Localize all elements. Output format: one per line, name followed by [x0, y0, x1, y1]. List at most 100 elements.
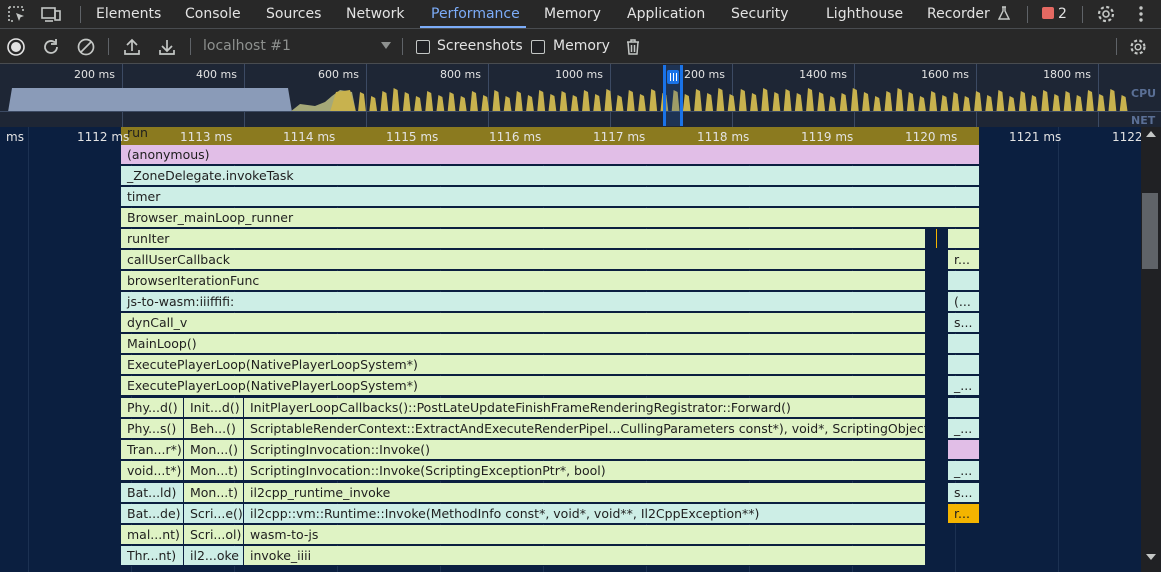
- flame-bar-dyncall-right[interactable]: s...: [948, 313, 980, 333]
- time-ruler: ms 1112 ms 1113 ms 1114 ms 1115 ms 1116 …: [0, 127, 1141, 147]
- flame-bar-init-callback[interactable]: Init...d(): [184, 398, 244, 418]
- flame-bar-il2cpp-vm-runtime-invoke[interactable]: il2cpp::vm::Runtime::Invoke(MethodInfo c…: [244, 504, 926, 524]
- flame-bar-runiter-right[interactable]: [948, 229, 980, 249]
- reload-record-icon[interactable]: [41, 37, 61, 57]
- upload-icon[interactable]: [122, 37, 142, 57]
- flame-bar-execute-player-loop[interactable]: ExecutePlayerLoop(NativePlayerLoopSystem…: [121, 376, 926, 396]
- flame-bar-script[interactable]: Scri...e(): [184, 504, 244, 524]
- flame-bar-execute-player-loop[interactable]: ExecutePlayerLoop(NativePlayerLoopSystem…: [121, 355, 926, 375]
- flame-bar-r12-right[interactable]: [948, 398, 980, 418]
- device-toolbar-icon[interactable]: [40, 4, 62, 24]
- issues-counter[interactable]: 2: [1042, 6, 1067, 24]
- cpu-spike: [929, 91, 938, 112]
- memory-checkbox[interactable]: [531, 40, 545, 54]
- flame-bar-anonymous[interactable]: (anonymous): [121, 145, 980, 165]
- flame-bar-browser-mainloop-runner[interactable]: Browser_mainLoop_runner: [121, 208, 980, 228]
- cpu-spike: [862, 92, 870, 112]
- ruler-tick: ms: [6, 130, 24, 144]
- cpu-spike: [380, 91, 389, 112]
- flame-bar-void[interactable]: void...t*): [121, 461, 184, 481]
- flame-bar-execute1-right[interactable]: [948, 355, 980, 375]
- target-select[interactable]: localhost #1: [203, 38, 291, 54]
- flame-bar-r14-right[interactable]: [948, 440, 980, 460]
- flame-bar-scripting-invoke-exception[interactable]: ScriptingInvocation::Invoke(ScriptingExc…: [244, 461, 926, 481]
- flame-bar-r16-right[interactable]: s...: [948, 483, 980, 503]
- tab-lighthouse[interactable]: Lighthouse: [826, 0, 903, 28]
- tab-performance[interactable]: Performance: [431, 0, 520, 28]
- flame-bar-tiny[interactable]: [936, 229, 938, 249]
- timeline-overview[interactable]: 200 ms 400 ms 600 ms 800 ms 1000 ms 200 …: [0, 64, 1161, 127]
- flame-bar-transform[interactable]: Tran...r*): [121, 440, 184, 460]
- cpu-spike: [974, 91, 982, 112]
- flame-bar-wasm-to-js[interactable]: wasm-to-js: [244, 525, 926, 545]
- flame-bar-malloc[interactable]: mal...nt): [121, 525, 184, 545]
- cpu-spike: [918, 96, 926, 112]
- tab-console[interactable]: Console: [185, 0, 241, 28]
- tab-network[interactable]: Network: [346, 0, 404, 28]
- flame-bar-browseriter-right[interactable]: [948, 271, 980, 291]
- flame-bar-zone-invoke-task[interactable]: _ZoneDelegate.invokeTask: [121, 166, 980, 186]
- flame-bar-r17-right[interactable]: r...: [948, 504, 980, 524]
- flame-bar-calluser-right[interactable]: r...: [948, 250, 980, 270]
- cpu-spike: [828, 96, 837, 112]
- flame-bar-physics-sim[interactable]: Phy...s(): [121, 419, 184, 439]
- record-icon[interactable]: [6, 37, 26, 57]
- clear-icon[interactable]: [76, 37, 96, 57]
- cpu-spike: [1018, 91, 1027, 112]
- flame-bar-post-late-update[interactable]: InitPlayerLoopCallbacks()::PostLateUpdat…: [244, 398, 926, 418]
- flame-bar-batch[interactable]: Bat...ld): [121, 483, 184, 503]
- flame-gridline: [28, 127, 29, 572]
- cpu-spike: [358, 92, 366, 112]
- flame-bar-behaviour[interactable]: Beh...(): [184, 419, 244, 439]
- capture-settings-gear-icon[interactable]: [1128, 37, 1148, 57]
- tab-memory[interactable]: Memory: [544, 0, 601, 28]
- tab-security[interactable]: Security: [731, 0, 789, 28]
- flask-icon: [998, 6, 1011, 20]
- flame-bar-mono[interactable]: Mon...(): [184, 440, 244, 460]
- settings-gear-icon[interactable]: [1095, 4, 1117, 24]
- download-icon[interactable]: [157, 37, 177, 57]
- flame-bar-r15-right[interactable]: _...: [948, 461, 980, 481]
- flame-bar-execute2-right[interactable]: _...: [948, 376, 980, 396]
- cpu-spike: [369, 96, 378, 112]
- more-options-icon[interactable]: [1130, 4, 1152, 24]
- flame-bar-mono[interactable]: Mon...t): [184, 461, 244, 481]
- chevron-down-icon[interactable]: [381, 42, 391, 49]
- flame-bar-batch[interactable]: Bat...de): [121, 504, 184, 524]
- scrollbar-thumb[interactable]: [1142, 193, 1158, 269]
- flame-bar-il2cpp-runtime-invoke[interactable]: il2cpp_runtime_invoke: [244, 483, 926, 503]
- cpu-spike: [638, 94, 646, 112]
- screenshots-checkbox[interactable]: [416, 40, 430, 54]
- tab-sources[interactable]: Sources: [266, 0, 321, 28]
- flame-bar-r13-right[interactable]: _...: [948, 419, 980, 439]
- ruler-tick: 1116 ms: [489, 130, 542, 144]
- flame-bar-calluser-callback[interactable]: callUserCallback: [121, 250, 926, 270]
- flame-bar-browser-iteration-func[interactable]: browserIterationFunc: [121, 271, 926, 291]
- flame-bar-scripting-invoke[interactable]: ScriptingInvocation::Invoke(): [244, 440, 926, 460]
- flame-chart-scrollbar[interactable]: [1141, 127, 1161, 572]
- flame-bar-dyncall-v[interactable]: dynCall_v: [121, 313, 926, 333]
- inspect-element-icon[interactable]: [6, 4, 28, 24]
- scroll-down-arrow-icon[interactable]: [1146, 554, 1156, 560]
- tab-elements[interactable]: Elements: [96, 0, 161, 28]
- flame-bar-mono[interactable]: Mon...t): [184, 483, 244, 503]
- flame-bar-physics-callback[interactable]: Phy...d(): [121, 398, 184, 418]
- tab-application[interactable]: Application: [627, 0, 705, 28]
- flame-bar-js-to-wasm[interactable]: js-to-wasm:iiiffifi:: [121, 292, 926, 312]
- flame-bar-timer[interactable]: timer: [121, 187, 980, 207]
- main-thread-flame-chart[interactable]: run ms 1112 ms 1113 ms 1114 ms 1115 ms 1…: [0, 127, 1141, 572]
- scroll-up-arrow-icon[interactable]: [1146, 131, 1156, 137]
- flame-bar-mainloop[interactable]: MainLoop(): [121, 334, 926, 354]
- trash-icon[interactable]: [623, 37, 643, 57]
- flame-bar-runiter[interactable]: runIter: [121, 229, 926, 249]
- flame-bar-invoke-iiii[interactable]: invoke_iiii: [244, 546, 926, 566]
- flame-bar-il2cpp-invoke[interactable]: il2...oke: [184, 546, 244, 566]
- flame-bar-mainloop-right[interactable]: [948, 334, 980, 354]
- tab-recorder[interactable]: Recorder: [927, 0, 1011, 28]
- cpu-spike: [873, 96, 882, 112]
- flame-bar-jstowasm-right[interactable]: (...: [948, 292, 980, 312]
- flame-bar-render-pipeline[interactable]: ScriptableRenderContext::ExtractAndExecu…: [244, 419, 926, 439]
- flame-bar-script[interactable]: Scri...ol): [184, 525, 244, 545]
- flame-bar-thread[interactable]: Thr...nt): [121, 546, 184, 566]
- selection-handle[interactable]: [667, 70, 679, 84]
